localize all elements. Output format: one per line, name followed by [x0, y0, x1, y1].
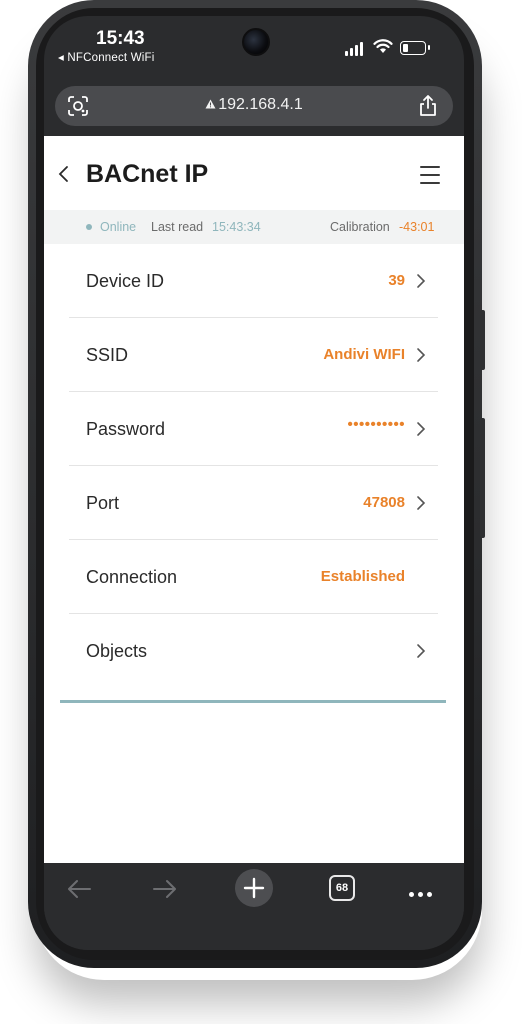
share-icon[interactable] [417, 94, 439, 118]
volume-button [480, 310, 485, 370]
settings-list: Device ID 39 SSID Andivi WIFI Password •… [69, 244, 438, 687]
power-button [480, 418, 485, 538]
hamburger-menu-icon[interactable] [420, 166, 440, 184]
row-port[interactable]: Port 47808 [69, 466, 438, 540]
phone-screen: 15:43 ◂ NFConnect WiFi 192.168.4.1 BACne… [44, 16, 464, 950]
page-header: BACnet IP [44, 136, 464, 210]
row-label: Port [86, 493, 120, 513]
chevron-right-icon [417, 496, 426, 510]
new-tab-button[interactable] [235, 869, 273, 907]
section-divider [60, 700, 446, 703]
battery-icon [400, 41, 430, 55]
row-label: SSID [86, 345, 129, 365]
status-carrier: ◂ NFConnect WiFi [58, 52, 155, 64]
browser-toolbar: 68 [44, 863, 464, 950]
status-info-bar: Online Last read 15:43:34 Calibration -4… [44, 210, 464, 244]
signal-icon [345, 42, 367, 56]
arrow-right-icon[interactable] [152, 879, 178, 899]
chevron-right-icon [417, 348, 426, 362]
front-camera [242, 28, 270, 56]
row-objects[interactable]: Objects [69, 614, 438, 687]
status-bar: 15:43 ◂ NFConnect WiFi 192.168.4.1 [44, 16, 464, 126]
row-value: 39 [388, 272, 405, 289]
warning-triangle-icon [205, 99, 216, 109]
plus-icon [243, 877, 265, 899]
row-connection: Connection Established [69, 540, 438, 614]
online-status: Online [100, 220, 137, 234]
back-chevron-icon[interactable] [56, 164, 72, 184]
row-value: Andivi WIFI [323, 346, 405, 363]
row-ssid[interactable]: SSID Andivi WIFI [69, 318, 438, 392]
online-dot-icon [86, 224, 92, 230]
chevron-right-icon [417, 274, 426, 288]
row-label: Password [86, 419, 166, 439]
wifi-icon [373, 39, 393, 53]
calibration-value: -43:01 [399, 220, 435, 234]
tab-count-button[interactable]: 68 [329, 875, 355, 901]
last-read-value: 15:43:34 [212, 220, 261, 234]
chevron-right-icon [417, 422, 426, 436]
last-read-label: Last read [151, 220, 204, 234]
calibration-label: Calibration [330, 220, 390, 234]
address-bar[interactable]: 192.168.4.1 [55, 86, 453, 126]
more-options-icon[interactable] [409, 884, 436, 902]
chevron-right-icon [417, 644, 426, 658]
row-device-id[interactable]: Device ID 39 [69, 244, 438, 318]
page-title: BACnet IP [86, 160, 209, 188]
row-label: Objects [86, 641, 148, 661]
row-password[interactable]: Password •••••••••• [69, 392, 438, 466]
status-time: 15:43 [96, 28, 145, 49]
row-value: 47808 [363, 494, 405, 511]
row-value: •••••••••• [347, 416, 405, 433]
row-label: Device ID [86, 271, 165, 291]
row-value: Established [320, 568, 405, 585]
web-page: BACnet IP Online Last read 15:43:34 Cali… [44, 136, 464, 863]
url-text[interactable]: 192.168.4.1 [55, 96, 453, 114]
row-label: Connection [86, 567, 178, 587]
url-value: 192.168.4.1 [218, 96, 303, 113]
arrow-left-icon[interactable] [66, 879, 92, 899]
